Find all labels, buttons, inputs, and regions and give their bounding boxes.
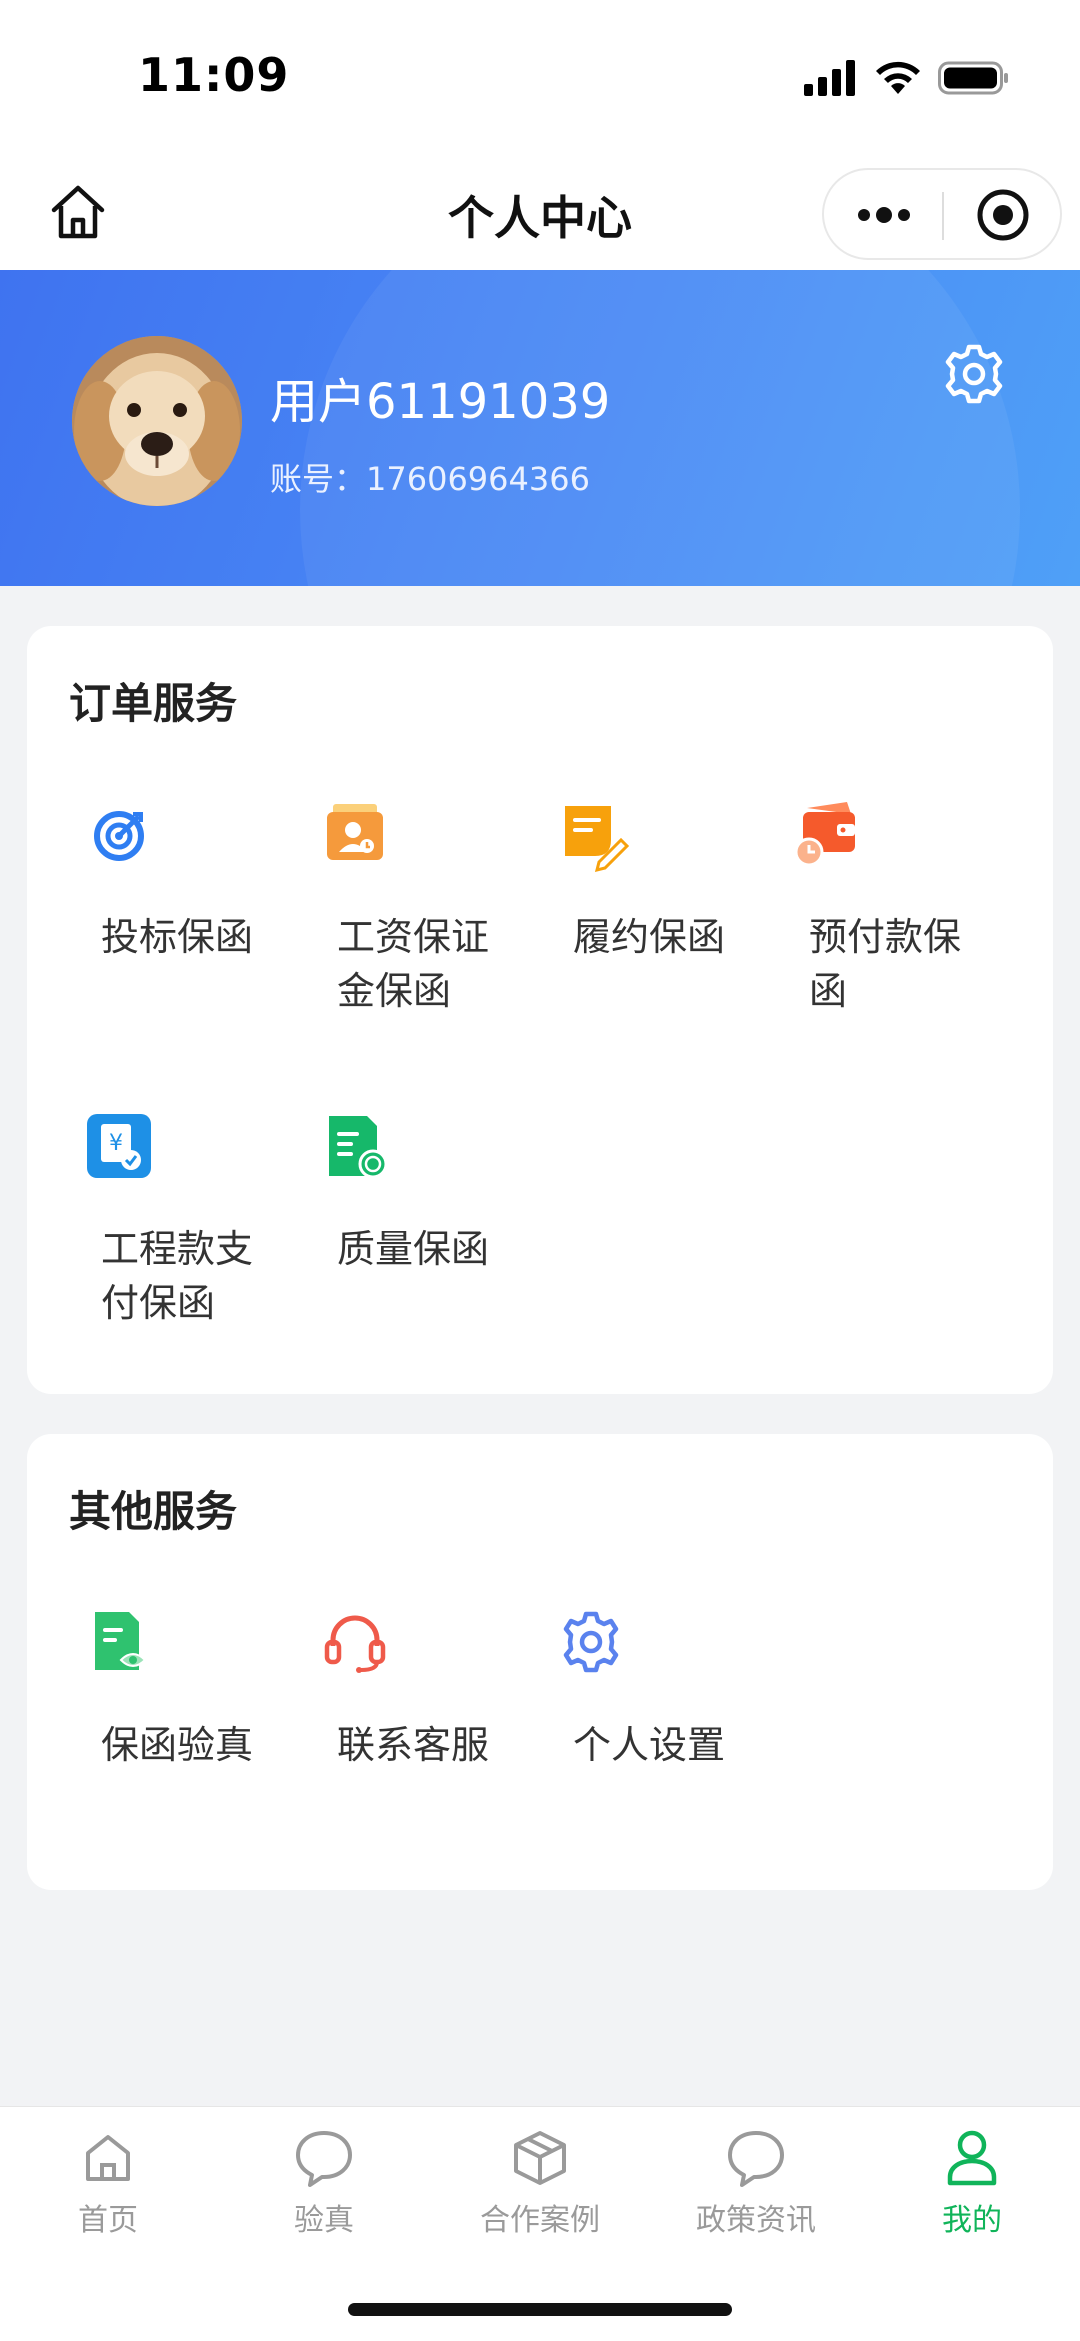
user-account: 账号：17606964366	[270, 460, 590, 498]
bid-guarantee-label: 投标保函	[101, 915, 254, 959]
chat-bubble-icon	[296, 2131, 352, 2187]
performance-guarantee-label: 履约保函	[573, 915, 726, 959]
settings-gear-icon[interactable]	[942, 342, 1006, 406]
target-icon	[94, 811, 144, 861]
tab-mine-label: 我的	[942, 2203, 1002, 2238]
yuan-payment-icon: ¥	[87, 1114, 151, 1178]
tab-verify[interactable]: 验真	[216, 2125, 432, 2239]
avatar[interactable]	[72, 336, 242, 506]
nav-bar: 个人中心	[0, 160, 1080, 270]
more-icon[interactable]	[854, 190, 914, 240]
guarantee-verify-label: 保函验真	[101, 1723, 254, 1767]
order-services-card: 订单服务 投标保函 工资保证金保函 履约保函 预付款保函 ¥ 工程款支付保函 质…	[27, 626, 1053, 1394]
mini-program-capsule	[822, 168, 1062, 260]
dog-avatar-image	[72, 336, 242, 506]
person-icon	[947, 2130, 997, 2186]
chat-bubble-icon	[728, 2131, 784, 2187]
wifi-icon	[876, 61, 920, 94]
contact-service-label: 联系客服	[337, 1723, 490, 1767]
tab-policy[interactable]: 政策资讯	[648, 2125, 864, 2239]
box-icon	[514, 2131, 566, 2185]
tab-home[interactable]: 首页	[0, 2125, 216, 2239]
wage-guarantee-label: 工资保证金保函	[337, 915, 490, 1013]
svg-text:¥: ¥	[109, 1131, 123, 1156]
profile-header: 用户61191039 账号：17606964366	[0, 270, 1080, 586]
worker-badge-icon	[327, 804, 383, 860]
tab-home-label: 首页	[78, 2203, 138, 2238]
project-payment-guarantee-label: 工程款支付保函	[101, 1227, 254, 1325]
close-miniprogram-icon[interactable]	[974, 186, 1032, 244]
advance-payment-guarantee-label: 预付款保函	[809, 915, 962, 1013]
status-time: 11:09	[138, 48, 290, 102]
settings-gear-icon	[563, 1611, 619, 1673]
home-indicator	[348, 2303, 732, 2316]
tab-cases[interactable]: 合作案例	[432, 2125, 648, 2239]
tab-verify-label: 验真	[294, 2203, 354, 2238]
tab-mine[interactable]: 我的	[864, 2125, 1080, 2239]
order-services-title: 订单服务	[69, 679, 238, 728]
verify-document-icon	[95, 1612, 147, 1670]
status-bar: 11:09	[0, 0, 1080, 160]
home-icon	[86, 2135, 130, 2181]
capsule-divider	[942, 192, 944, 240]
tab-cases-label: 合作案例	[480, 2203, 600, 2238]
headset-icon	[324, 1615, 386, 1673]
quality-document-icon	[329, 1116, 388, 1179]
other-services-title: 其他服务	[69, 1487, 238, 1536]
personal-settings-label: 个人设置	[573, 1723, 726, 1767]
status-icons	[804, 58, 1010, 98]
wallet-clock-icon	[794, 802, 855, 867]
tab-policy-label: 政策资讯	[696, 2203, 816, 2238]
user-name: 用户61191039	[270, 374, 611, 430]
other-services-card: 其他服务 保函验真 联系客服 个人设置	[27, 1434, 1053, 1890]
battery-icon	[938, 61, 1008, 95]
signal-icon	[804, 60, 855, 96]
note-edit-icon	[565, 806, 630, 873]
quality-guarantee-label: 质量保函	[337, 1227, 490, 1271]
